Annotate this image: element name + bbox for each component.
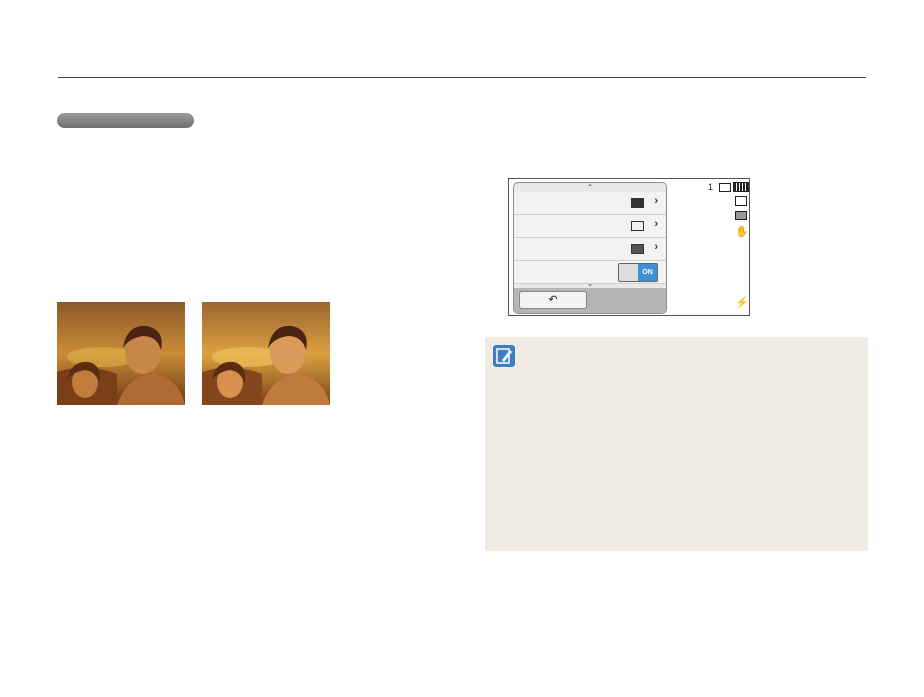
memory-card-icon	[719, 183, 731, 192]
chevron-right-icon: ›	[654, 241, 658, 253]
menu-row-2[interactable]: ›	[514, 215, 666, 238]
camera-menu-screen: ⌃ › › › ON ⌄ ↶ 1 ✋ ⚡	[508, 178, 750, 316]
note-pencil-icon	[493, 345, 515, 367]
chevron-right-icon: ›	[654, 218, 658, 230]
back-arrow-icon: ↶	[548, 294, 558, 306]
back-button[interactable]: ↶	[519, 291, 587, 309]
image-adjust-icon	[631, 221, 644, 231]
photo-after	[202, 302, 330, 405]
scroll-down-icon[interactable]: ⌄	[514, 279, 666, 288]
menu-row-3[interactable]: ›	[514, 238, 666, 261]
metering-icon	[735, 211, 747, 220]
shots-remaining: 1	[708, 182, 714, 192]
header-rule	[58, 77, 866, 78]
chevron-right-icon: ›	[654, 195, 658, 207]
note-box	[485, 337, 868, 551]
photo-before	[57, 302, 185, 405]
flash-icon: ⚡	[735, 297, 749, 309]
landscape-icon	[631, 244, 644, 254]
battery-icon	[733, 182, 749, 192]
settings-menu: ⌃ › › › ON ⌄ ↶	[513, 182, 667, 314]
scroll-up-icon[interactable]: ⌃	[514, 183, 666, 192]
menu-row-1[interactable]: ›	[514, 192, 666, 215]
rectangle-icon	[631, 198, 644, 208]
image-size-icon	[735, 196, 747, 206]
section-label-pill	[57, 113, 194, 128]
stabilizer-icon: ✋	[735, 226, 749, 238]
menu-bottom-bar: ↶	[514, 288, 666, 313]
